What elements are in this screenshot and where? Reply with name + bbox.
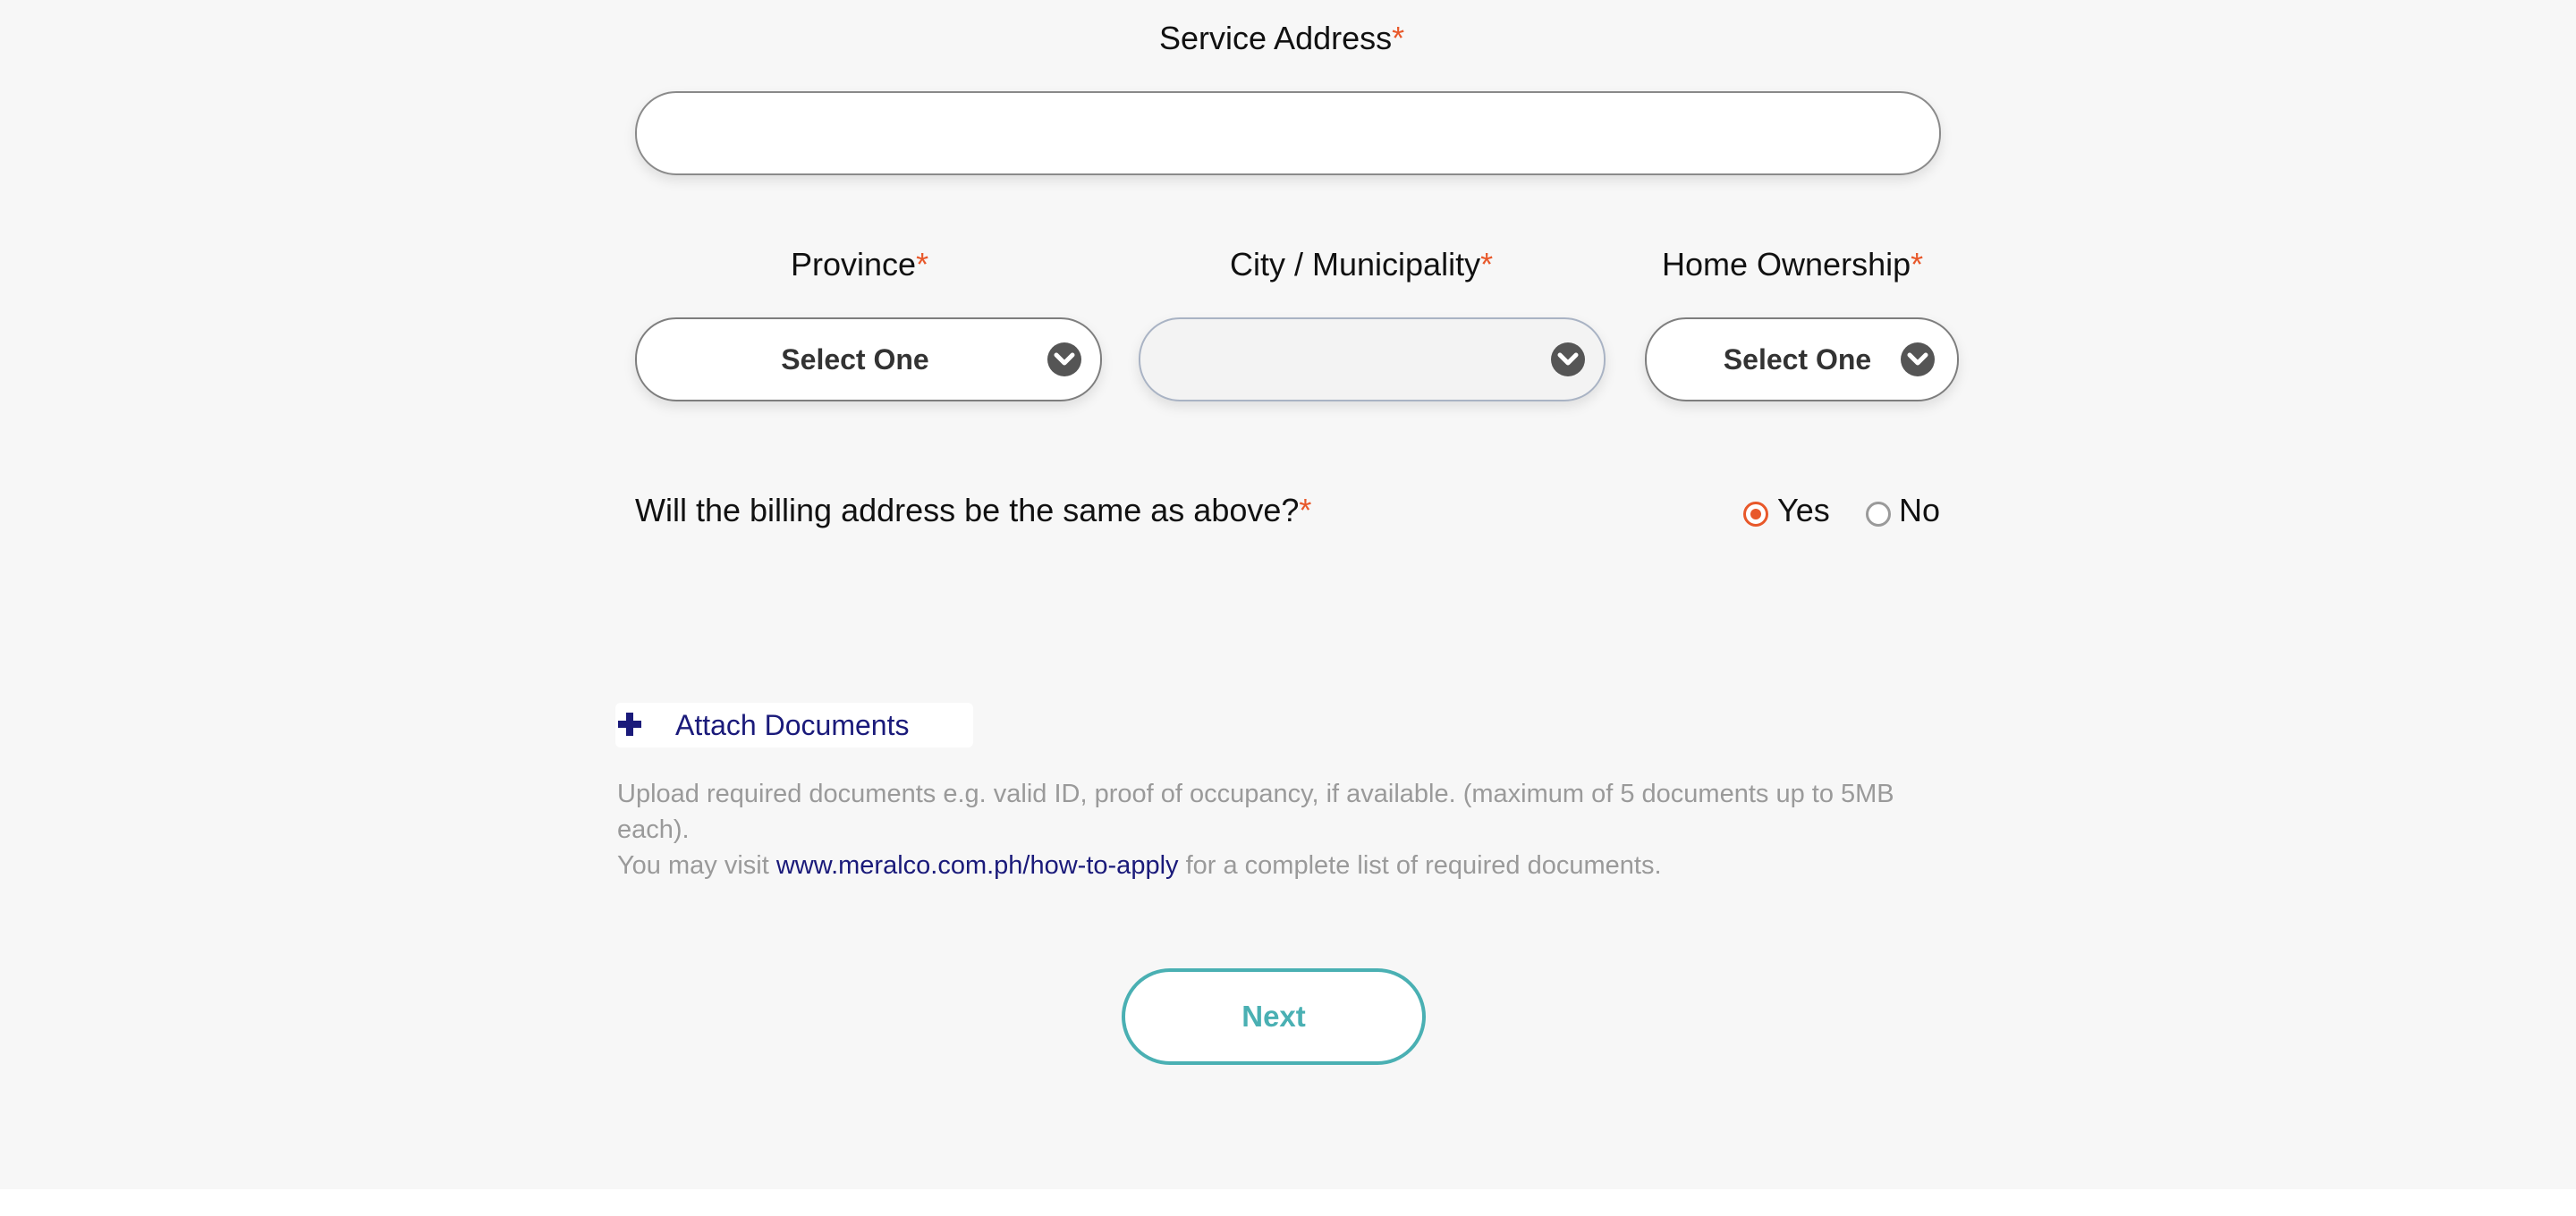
chevron-down-icon <box>1047 342 1081 376</box>
home-ownership-label: Home Ownership* <box>1662 246 1924 283</box>
required-asterisk: * <box>1392 20 1405 56</box>
required-asterisk: * <box>1480 246 1494 283</box>
how-to-apply-link[interactable]: www.meralco.com.ph/how-to-apply <box>776 851 1179 880</box>
next-button[interactable]: Next <box>1122 968 1426 1065</box>
city-selected-value <box>1140 319 1541 400</box>
billing-same-question: Will the billing address be the same as … <box>635 492 1312 528</box>
plus-icon <box>618 713 641 736</box>
required-asterisk: * <box>1911 246 1924 283</box>
service-address-input[interactable] <box>635 91 1941 175</box>
upload-help-line-1: Upload required documents e.g. valid ID,… <box>617 780 1894 844</box>
chevron-down-icon <box>1551 342 1585 376</box>
upload-help-line-2: You may visit www.meralco.com.ph/how-to-… <box>617 851 1662 880</box>
attach-documents-button[interactable]: Attach Documents <box>615 703 973 747</box>
city-select[interactable] <box>1139 317 1606 401</box>
province-label: Province* <box>791 246 929 283</box>
billing-no-label[interactable]: No <box>1899 492 1940 529</box>
required-asterisk: * <box>916 246 929 283</box>
city-label: City / Municipality* <box>1230 246 1494 283</box>
required-asterisk: * <box>1299 492 1312 528</box>
province-select[interactable]: Select One <box>635 317 1102 401</box>
province-selected-value: Select One <box>781 342 929 376</box>
attach-documents-label: Attach Documents <box>675 709 910 741</box>
home-ownership-select[interactable]: Select One <box>1645 317 1959 401</box>
upload-help-text: Upload required documents e.g. valid ID,… <box>617 776 1932 883</box>
chevron-down-icon <box>1901 342 1935 376</box>
billing-no-radio[interactable] <box>1866 502 1891 527</box>
billing-yes-radio[interactable] <box>1743 502 1768 527</box>
service-address-label: Service Address* <box>1159 20 1405 56</box>
home-ownership-selected-value: Select One <box>1723 342 1872 376</box>
billing-yes-label[interactable]: Yes <box>1777 492 1830 529</box>
